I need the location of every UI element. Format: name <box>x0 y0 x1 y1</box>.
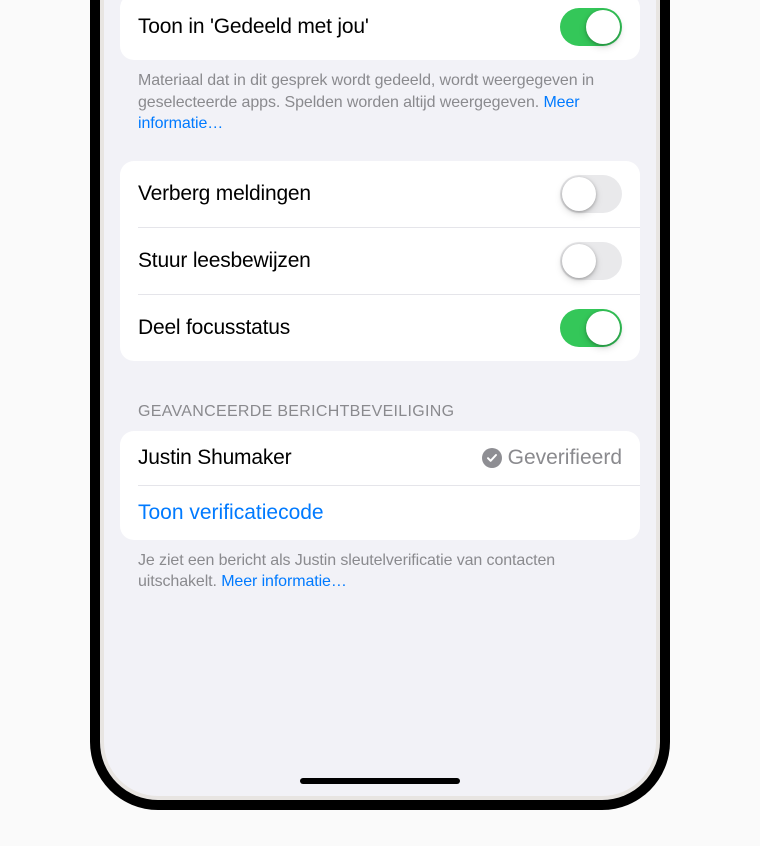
contact-verification-row[interactable]: Justin Shumaker Geverifieerd <box>120 431 640 485</box>
hide-notifications-row[interactable]: Verberg meldingen <box>120 161 640 227</box>
show-verification-code-label: Toon verificatiecode <box>138 501 324 525</box>
shared-with-you-row[interactable]: Toon in 'Gedeeld met jou' <box>120 0 640 60</box>
checkmark-icon <box>482 448 502 468</box>
toggle-knob <box>562 177 596 211</box>
hide-notifications-label: Verberg meldingen <box>138 182 311 206</box>
advanced-security-group: Justin Shumaker Geverifieerd Toon verifi… <box>120 431 640 540</box>
toggle-knob <box>562 244 596 278</box>
verification-status-text: Geverifieerd <box>508 446 622 470</box>
home-indicator[interactable] <box>300 778 460 784</box>
footer-text: Materiaal dat in dit gesprek wordt gedee… <box>138 72 594 111</box>
shared-with-you-group: Toon in 'Gedeeld met jou' <box>120 0 640 60</box>
read-receipts-toggle[interactable] <box>560 242 622 280</box>
phone-frame: Toon in 'Gedeeld met jou' Materiaal dat … <box>90 0 670 810</box>
settings-content: Toon in 'Gedeeld met jou' Materiaal dat … <box>104 0 656 643</box>
read-receipts-row[interactable]: Stuur leesbewijzen <box>120 228 640 294</box>
advanced-security-footer: Je ziet een bericht als Justin sleutelve… <box>120 540 640 593</box>
notifications-group: Verberg meldingen Stuur leesbewijzen <box>120 161 640 361</box>
screen: Toon in 'Gedeeld met jou' Materiaal dat … <box>104 0 656 796</box>
read-receipts-label: Stuur leesbewijzen <box>138 249 311 273</box>
share-focus-row[interactable]: Deel focusstatus <box>120 295 640 361</box>
contact-name: Justin Shumaker <box>138 446 291 470</box>
share-focus-toggle[interactable] <box>560 309 622 347</box>
shared-with-you-label: Toon in 'Gedeeld met jou' <box>138 15 369 39</box>
phone-inner: Toon in 'Gedeeld met jou' Materiaal dat … <box>100 0 660 800</box>
advanced-security-header: GEAVANCEERDE BERICHTBEVEILIGING <box>120 403 640 431</box>
shared-with-you-footer: Materiaal dat in dit gesprek wordt gedee… <box>120 60 640 135</box>
more-info-link[interactable]: Meer informatie… <box>221 573 347 590</box>
toggle-knob <box>586 10 620 44</box>
canvas: Toon in 'Gedeeld met jou' Materiaal dat … <box>0 0 760 846</box>
share-focus-label: Deel focusstatus <box>138 316 290 340</box>
verification-status: Geverifieerd <box>482 446 622 470</box>
toggle-knob <box>586 311 620 345</box>
hide-notifications-toggle[interactable] <box>560 175 622 213</box>
shared-with-you-toggle[interactable] <box>560 8 622 46</box>
show-verification-code-row[interactable]: Toon verificatiecode <box>120 486 640 540</box>
